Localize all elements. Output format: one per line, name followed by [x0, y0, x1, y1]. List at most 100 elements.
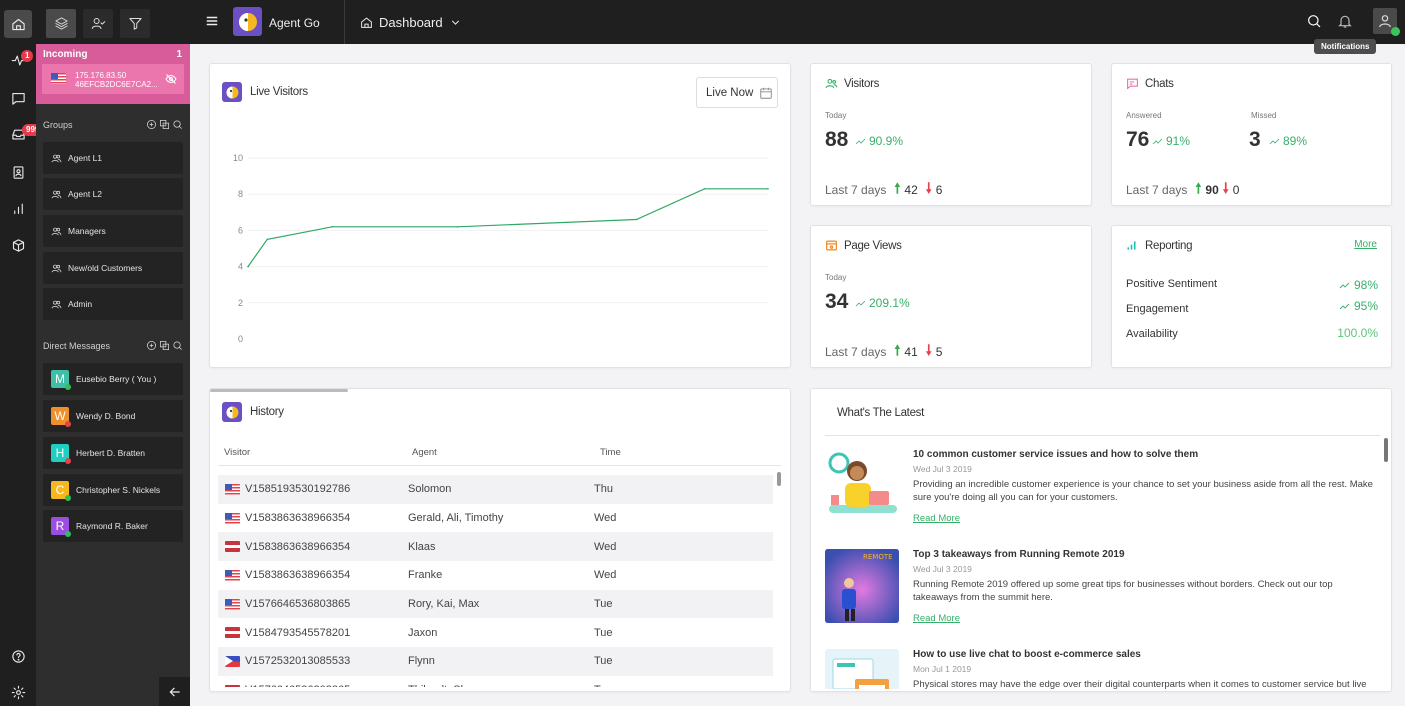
trend-up-icon — [855, 300, 866, 307]
rail-home-button[interactable] — [4, 10, 32, 38]
data-point[interactable] — [247, 265, 249, 268]
visitors-today-change: 90.9% — [855, 134, 903, 148]
rail-chat-button[interactable] — [4, 84, 32, 112]
presence-dot — [65, 531, 71, 537]
data-point[interactable] — [331, 226, 333, 228]
add-group-icon[interactable] — [146, 119, 157, 130]
data-point[interactable] — [703, 188, 706, 190]
answered-label: Answered — [1126, 111, 1162, 120]
agent-cell: Flynn — [408, 655, 435, 668]
assigned-user-button[interactable] — [83, 9, 113, 38]
reporting-more-link[interactable]: More — [1354, 239, 1377, 250]
reporting-row: Engagement 95% — [1126, 299, 1378, 315]
copy-icon[interactable] — [159, 119, 170, 130]
arrow-up-icon: 🠕 — [1195, 180, 1202, 196]
presence-dot — [65, 421, 71, 427]
last7-label: Last 7 days — [825, 183, 887, 197]
user-check-icon — [91, 18, 105, 29]
group-item[interactable]: Agent L2 — [43, 178, 183, 210]
add-dm-icon[interactable] — [146, 340, 157, 351]
visitor-id: V1583863638966354 — [245, 569, 351, 582]
collapse-panel-button[interactable] — [159, 677, 190, 706]
group-item[interactable]: Agent L1 — [43, 142, 183, 174]
bell-icon — [1338, 15, 1352, 28]
news-thumbnail[interactable]: REMOTE — [825, 549, 899, 623]
copy-icon[interactable] — [159, 340, 170, 351]
news-title[interactable]: 10 common customer service issues and ho… — [913, 449, 1198, 460]
missed-change: 89% — [1269, 134, 1307, 148]
eye-off-icon[interactable] — [165, 73, 177, 85]
presence-dot — [65, 495, 71, 501]
table-row[interactable]: V1583863638966354 Franke Wed — [218, 561, 773, 590]
home-icon — [361, 17, 372, 28]
page-views-title: Page Views — [844, 240, 902, 252]
dashboard-dropdown[interactable]: Dashboard — [360, 15, 462, 30]
table-row[interactable]: V1583863638966354 Gerald, Ali, Timothy Wed — [218, 504, 773, 533]
table-row[interactable]: V1584793545578201 Jaxon Tue — [218, 618, 773, 647]
group-icon — [51, 264, 62, 272]
missed-value: 3 — [1249, 128, 1261, 151]
table-row[interactable]: V1576646536803865 Thibault, SkyTue — [218, 676, 773, 687]
search-dm-icon[interactable] — [172, 340, 183, 351]
read-more-link[interactable]: Read More — [913, 513, 960, 524]
data-point[interactable] — [635, 218, 638, 221]
box-icon — [12, 238, 24, 252]
user-menu-button[interactable] — [1373, 8, 1400, 36]
column-header-time[interactable]: Time — [600, 447, 621, 458]
group-item[interactable]: New/old Customers — [43, 252, 183, 284]
visitor-id: V1576646536803865 — [245, 598, 351, 611]
news-scrollbar[interactable] — [1384, 438, 1388, 462]
data-point[interactable] — [456, 226, 459, 228]
column-header-visitor[interactable]: Visitor — [224, 447, 250, 458]
search-button[interactable] — [1306, 13, 1322, 29]
parrot-logo-icon — [239, 13, 257, 31]
answered-value: 76 — [1126, 128, 1150, 151]
news-title[interactable]: How to use live chat to boost e-commerce… — [913, 649, 1141, 660]
data-point[interactable] — [767, 188, 769, 190]
group-label: Agent L1 — [68, 153, 103, 163]
news-thumbnail[interactable] — [825, 649, 899, 689]
search-groups-icon[interactable] — [172, 119, 183, 130]
history-scrollbar[interactable] — [777, 472, 781, 486]
group-item[interactable]: Managers — [43, 215, 183, 247]
news-title[interactable]: Top 3 takeaways from Running Remote 2019 — [913, 549, 1125, 560]
table-row[interactable]: V1585193530192786 Solomon Thu — [218, 475, 773, 504]
horizontal-scrollbar[interactable] — [210, 389, 348, 392]
table-row[interactable]: V1583863638966354 Klaas Wed — [218, 532, 773, 562]
dm-item[interactable]: R Raymond R. Baker — [43, 510, 183, 542]
visitors-down-value: 6 — [935, 183, 943, 197]
dm-item[interactable]: W Wendy D. Bond — [43, 400, 183, 432]
incoming-visitor-ip: 175.176.83.50 — [75, 71, 127, 80]
us-flag-icon — [225, 512, 240, 524]
hamburger-menu-icon[interactable] — [205, 14, 219, 28]
dm-item[interactable]: M Eusebio Berry ( You ) — [43, 363, 183, 395]
incoming-section: Incoming 1 175.176.83.50 46EFCB2DC6E7CA2… — [36, 44, 190, 104]
chats-card: Chats Answered 76 91% Missed 3 89% Last … — [1111, 63, 1392, 206]
filter-button[interactable] — [120, 9, 150, 38]
reporting-row-value: 98% — [1339, 278, 1378, 292]
incoming-visitor-card[interactable]: 175.176.83.50 46EFCB2DC6E7CA2... — [42, 64, 184, 94]
rail-packages-button[interactable] — [4, 231, 32, 259]
data-point[interactable] — [266, 238, 268, 241]
incoming-count: 1 — [176, 49, 182, 60]
visitor-cell: V1583863638966354 — [218, 512, 408, 524]
visitors-today-value: 88 — [825, 128, 849, 151]
news-description: Providing an incredible customer experie… — [913, 479, 1373, 503]
dm-item[interactable]: H Herbert D. Bratten — [43, 437, 183, 469]
rail-contacts-button[interactable] — [4, 158, 32, 186]
rail-reports-button[interactable] — [4, 194, 32, 222]
group-item[interactable]: Admin — [43, 288, 183, 320]
column-header-agent[interactable]: Agent — [412, 447, 437, 458]
arrow-down-icon: 🠗 — [1222, 180, 1229, 196]
reporting-row: Availability 100.0% — [1126, 326, 1378, 340]
table-row[interactable]: V1572532013085533 Flynn Tue — [218, 647, 773, 676]
dm-item[interactable]: C Christopher S. Nickels — [43, 474, 183, 506]
rail-help-button[interactable] — [4, 642, 32, 670]
layers-button[interactable] — [46, 9, 76, 38]
visitors-icon — [825, 78, 838, 89]
read-more-link[interactable]: Read More — [913, 613, 960, 624]
notifications-button[interactable] — [1337, 13, 1353, 29]
rail-settings-button[interactable] — [4, 678, 32, 706]
news-thumbnail[interactable] — [825, 449, 899, 523]
table-row[interactable]: V1576646536803865 Rory, Kai, Max Tue — [218, 589, 773, 619]
